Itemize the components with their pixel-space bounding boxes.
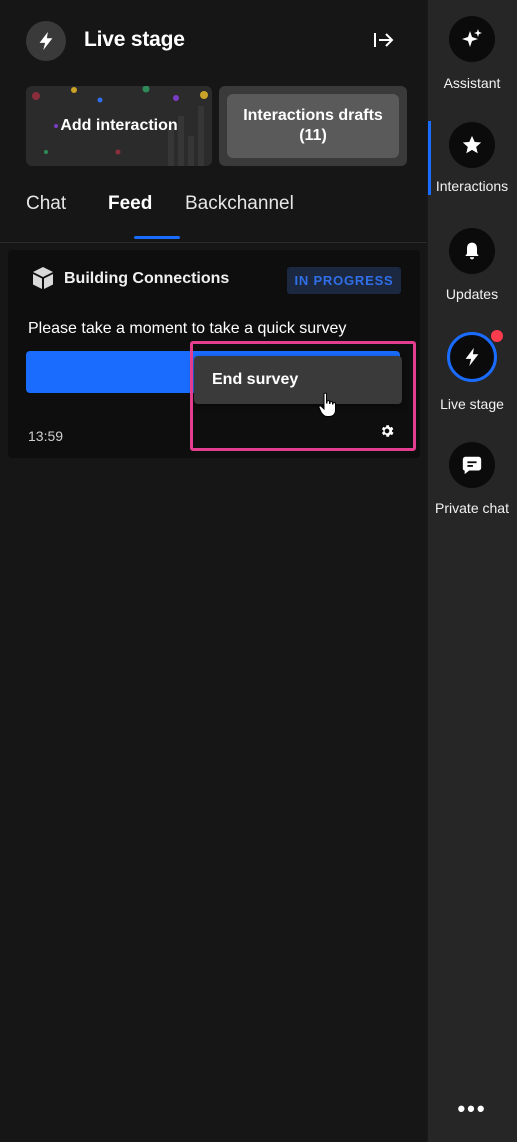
rail-label-updates: Updates [445,286,499,302]
collapse-panel-button[interactable] [368,24,400,56]
drafts-label: Interactions drafts [243,107,383,124]
drafts-count: (11) [299,127,327,144]
active-tab-indicator [134,236,180,239]
hand-cursor-icon [318,392,336,417]
star-icon [449,122,495,168]
rail-item-live-stage[interactable]: Live stage [427,330,517,432]
tab-feed[interactable]: Feed [108,193,152,215]
app-root: Live stage Add interaction Interactions … [0,0,517,1142]
rail-item-private-chat[interactable]: Private chat [427,442,517,542]
panel-title: Live stage [84,28,185,51]
interactions-drafts-inner: Interactions drafts (11) [227,94,399,158]
interactions-drafts-button[interactable]: Interactions drafts (11) [219,86,407,166]
action-row: Add interaction Interactions drafts (11) [26,86,408,166]
tabs-divider [0,242,427,243]
sparkle-icon [449,16,495,62]
lightning-icon [26,21,66,61]
status-badge: IN PROGRESS [287,267,401,294]
rail-label-interactions: Interactions [435,178,509,194]
rail-item-interactions[interactable]: Interactions [427,122,517,222]
card-title: Building Connections [64,270,230,287]
panel-tabs: Chat Feed Backchannel [26,193,406,241]
menu-item-end-survey[interactable]: End survey [194,356,402,404]
lightning-icon [447,332,497,382]
panel-header: Live stage [0,0,427,82]
rail-label-assistant: Assistant [443,75,501,91]
feed-card: Building Connections IN PROGRESS Please … [8,250,420,458]
card-settings-button[interactable] [373,417,401,445]
card-timestamp: 13:59 [28,428,64,444]
live-stage-panel: Live stage Add interaction Interactions … [0,0,427,1142]
tab-chat[interactable]: Chat [26,193,66,215]
chat-icon [449,442,495,488]
cube-icon [33,267,53,289]
rail-item-updates[interactable]: Updates [427,228,517,328]
gear-icon [381,425,394,437]
add-interaction-button[interactable]: Add interaction [26,86,212,166]
rail-label-live-stage: Live stage [440,396,504,412]
tab-backchannel[interactable]: Backchannel [185,193,294,215]
more-options-button[interactable]: ••• [427,1096,517,1126]
collapse-right-icon [374,33,394,47]
notification-dot [491,330,503,342]
end-survey-label: End survey [212,371,299,388]
rail-item-assistant[interactable]: Assistant [427,16,517,116]
card-message: Please take a moment to take a quick sur… [28,320,347,337]
add-interaction-label: Add interaction [60,117,178,134]
bell-icon [449,228,495,274]
rail-label-private-chat: Private chat [435,500,509,516]
